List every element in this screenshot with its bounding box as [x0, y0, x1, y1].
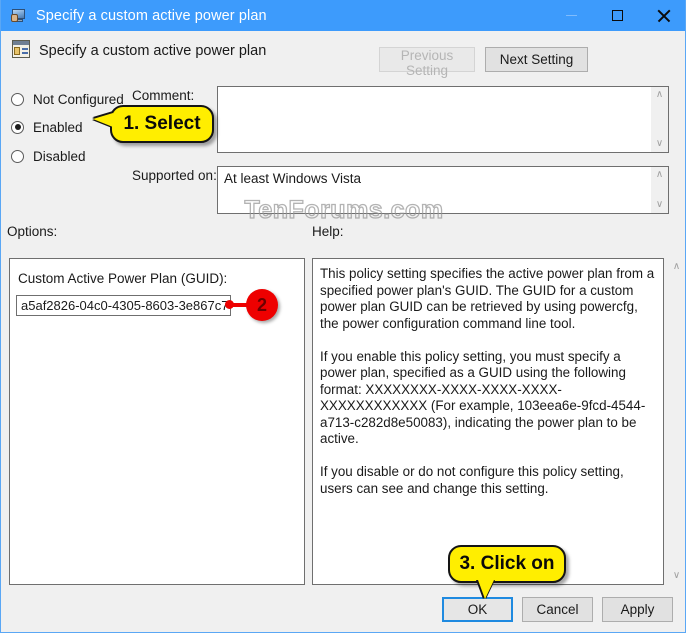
radio-disabled[interactable]: Disabled	[11, 147, 86, 165]
policy-title: Specify a custom active power plan	[39, 43, 267, 59]
options-section-label: Options:	[7, 224, 58, 239]
annotation-step-3-label: 3. Click on	[459, 553, 555, 574]
power-plan-monitor-icon	[11, 8, 27, 24]
annotation-step-3: 3. Click on	[448, 545, 566, 599]
annotation-step-1: 1. Select	[93, 105, 214, 143]
minimize-button[interactable]	[548, 0, 594, 31]
supported-on-value: At least Windows Vista	[224, 171, 362, 186]
close-button[interactable]	[640, 0, 685, 31]
previous-setting-button[interactable]: Previous Setting	[379, 47, 475, 78]
callout-tail-icon	[478, 580, 494, 599]
radio-disabled-label: Disabled	[33, 148, 86, 164]
radio-enabled-indicator	[11, 120, 24, 134]
annotation-step-2: 2	[246, 289, 278, 321]
maximize-button[interactable]	[594, 0, 640, 31]
scroll-up-icon[interactable]: ∧	[651, 88, 668, 102]
scroll-up-icon[interactable]: ∧	[651, 168, 668, 182]
annotation-step-1-label: 1. Select	[123, 113, 201, 134]
cancel-button[interactable]: Cancel	[522, 597, 593, 622]
minimize-icon	[565, 15, 577, 16]
callout-tail-icon	[93, 113, 113, 127]
supported-on-scrollbar[interactable]: ∧ ∨	[651, 167, 668, 213]
close-icon	[657, 9, 670, 22]
comment-textarea[interactable]	[217, 86, 669, 153]
supported-on-box: At least Windows Vista	[217, 166, 669, 214]
title-bar: Specify a custom active power plan	[1, 0, 685, 31]
policy-setting-icon	[12, 40, 30, 58]
help-panel: This policy setting specifies the active…	[312, 258, 664, 585]
window-title: Specify a custom active power plan	[36, 7, 267, 24]
ok-button[interactable]: OK	[442, 597, 513, 622]
scroll-down-icon[interactable]: ∨	[668, 569, 685, 583]
supported-on-label: Supported on:	[132, 168, 217, 183]
guid-input[interactable]	[16, 295, 231, 316]
scroll-up-icon[interactable]: ∧	[668, 260, 685, 274]
scroll-down-icon[interactable]: ∨	[651, 137, 668, 151]
scroll-down-icon[interactable]: ∨	[651, 198, 668, 212]
help-section-label: Help:	[312, 224, 344, 239]
policy-setting-dialog: Specify a custom active power plan Speci…	[0, 0, 686, 633]
next-setting-button[interactable]: Next Setting	[485, 47, 588, 72]
comment-scrollbar[interactable]: ∧ ∨	[651, 87, 668, 152]
guid-field-label: Custom Active Power Plan (GUID):	[18, 271, 228, 286]
help-scrollbar[interactable]: ∧ ∨	[668, 259, 685, 584]
radio-disabled-indicator	[11, 149, 24, 163]
radio-not-configured-indicator	[11, 92, 24, 106]
radio-enabled-label: Enabled	[33, 119, 83, 135]
help-text: This policy setting specifies the active…	[320, 266, 655, 496]
radio-not-configured[interactable]: Not Configured	[11, 90, 124, 108]
radio-not-configured-label: Not Configured	[33, 91, 124, 107]
apply-button[interactable]: Apply	[602, 597, 673, 622]
maximize-icon	[611, 10, 623, 21]
comment-label: Comment:	[132, 88, 195, 103]
radio-enabled[interactable]: Enabled	[11, 118, 83, 136]
